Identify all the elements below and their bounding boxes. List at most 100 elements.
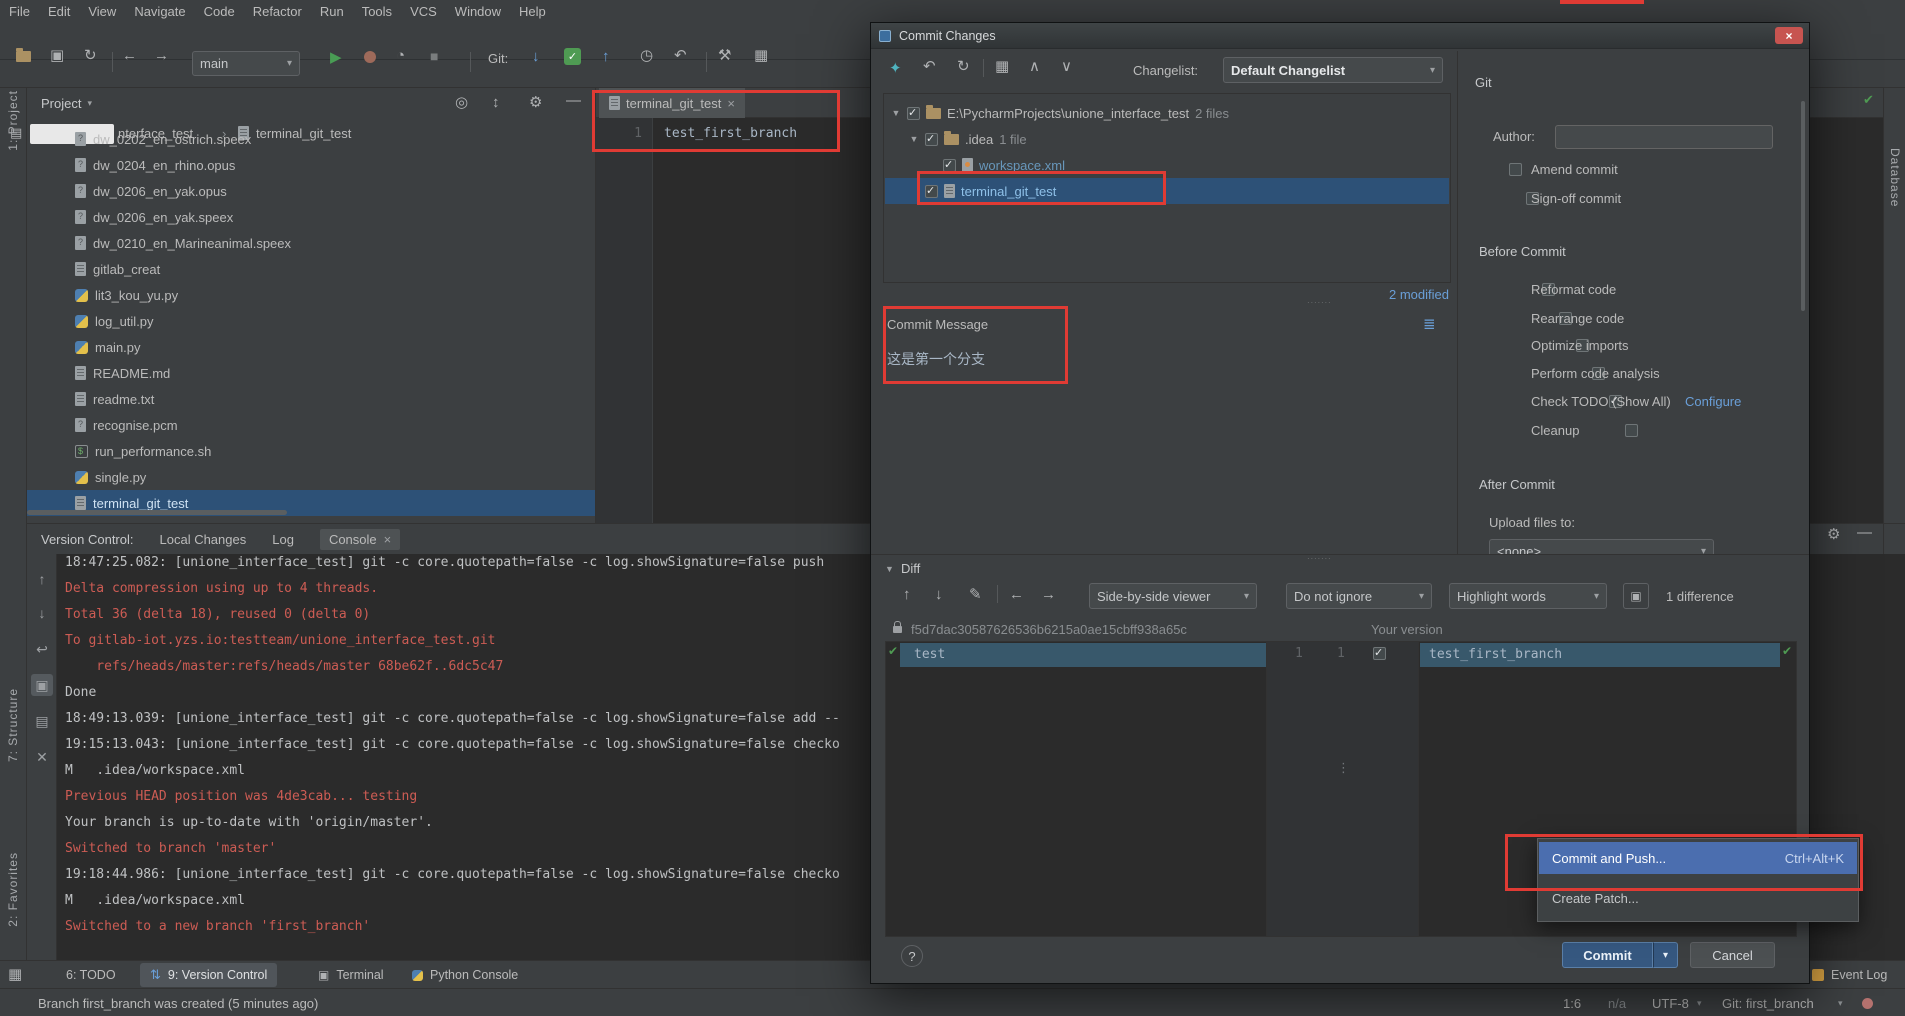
project-file-row[interactable]: dw_0206_en_yak.opus — [27, 178, 595, 204]
horizontal-scrollbar[interactable] — [27, 510, 287, 515]
configure-link[interactable]: Configure — [1685, 394, 1741, 409]
caret-position[interactable]: 1:6 — [1563, 996, 1581, 1011]
tool-button-structure[interactable]: 7: Structure — [6, 688, 20, 762]
cancel-button[interactable]: Cancel — [1690, 942, 1775, 968]
project-file-row[interactable]: lit3_kou_yu.py — [27, 282, 595, 308]
upload-target-select[interactable]: <none> ▾ — [1489, 539, 1714, 554]
project-file-row[interactable]: dw_0210_en_Marineanimal.speex — [27, 230, 595, 256]
commit-message-history-icon[interactable]: ≣ — [1423, 315, 1436, 333]
tree-row-root[interactable]: ▼ E:\PycharmProjects\unione_interface_te… — [885, 100, 1449, 126]
previous-difference-icon[interactable]: ↑ — [903, 587, 911, 602]
gear-icon[interactable]: ⚙ — [529, 95, 542, 110]
refresh-icon[interactable]: ↻ — [957, 59, 970, 74]
scroll-up-icon[interactable]: ↑ — [31, 568, 53, 590]
editor-tab[interactable]: terminal_git_test × — [599, 88, 745, 118]
hide-panel-icon[interactable]: — — [566, 93, 581, 108]
splitter-handle[interactable]: ∙∙∙∙∙∙∙ — [1307, 297, 1332, 307]
menu-window[interactable]: Window — [446, 4, 510, 19]
checkbox[interactable] — [925, 185, 938, 198]
tab-todo[interactable]: 6: TODO — [66, 968, 116, 982]
cleanup-checkbox[interactable] — [1625, 424, 1638, 437]
project-file-row[interactable]: run_performance.sh — [27, 438, 595, 464]
menu-view[interactable]: View — [79, 4, 125, 19]
tab-console-selected[interactable]: Console × — [320, 529, 400, 550]
tab-version-control-selected[interactable]: ⇅ 9: Version Control — [140, 963, 277, 987]
commit-message-input[interactable]: 这是第一个分支 — [887, 349, 1447, 539]
menu-edit[interactable]: Edit — [39, 4, 79, 19]
project-file-row[interactable]: README.md — [27, 360, 595, 386]
project-file-row[interactable]: main.py — [27, 334, 595, 360]
project-file-row[interactable]: readme.txt — [27, 386, 595, 412]
menu-refactor[interactable]: Refactor — [244, 4, 311, 19]
menu-item-commit-and-push[interactable]: Commit and Push... Ctrl+Alt+K — [1539, 842, 1857, 874]
vertical-scrollbar[interactable] — [1801, 101, 1805, 311]
commit-button[interactable]: Commit — [1562, 942, 1653, 968]
diff-viewer-select[interactable]: Side-by-side viewer▾ — [1089, 583, 1257, 609]
menu-tools[interactable]: Tools — [353, 4, 401, 19]
project-file-row[interactable]: gitlab_creat — [27, 256, 595, 282]
tool-window-switcher-icon[interactable]: ▦ — [8, 967, 22, 982]
menu-navigate[interactable]: Navigate — [125, 4, 194, 19]
tool-button-database[interactable]: Database — [1888, 148, 1902, 207]
edit-icon[interactable]: ✎ — [969, 587, 982, 602]
project-file-row[interactable]: dw_0204_en_rhino.opus — [27, 152, 595, 178]
tree-row-idea-folder[interactable]: ▼ .idea 1 file — [885, 126, 1449, 152]
project-file-row[interactable]: single.py — [27, 464, 595, 490]
print-icon[interactable]: ▤ — [31, 710, 53, 732]
project-file-row[interactable]: log_util.py — [27, 308, 595, 334]
expand-all-icon[interactable]: ∧ — [1029, 59, 1040, 74]
project-panel-title[interactable]: Project — [41, 96, 81, 111]
dialog-title-bar[interactable]: Commit Changes × — [871, 23, 1809, 49]
close-icon[interactable]: × — [727, 96, 735, 111]
checkbox[interactable] — [907, 107, 920, 120]
amend-commit-checkbox[interactable] — [1509, 163, 1522, 176]
group-by-icon[interactable]: ▦ — [995, 59, 1009, 74]
show-diff-icon[interactable]: ✦ — [889, 59, 902, 77]
rollback-icon[interactable]: ↶ — [923, 59, 936, 74]
menu-code[interactable]: Code — [195, 4, 244, 19]
chevron-expanded-icon[interactable]: ▼ — [909, 134, 919, 144]
menu-item-create-patch[interactable]: Create Patch... — [1539, 885, 1857, 911]
project-file-row[interactable]: dw_0206_en_yak.speex — [27, 204, 595, 230]
next-difference-icon[interactable]: ↓ — [935, 587, 943, 602]
checkbox[interactable] — [943, 159, 956, 172]
help-button[interactable]: ? — [901, 945, 923, 967]
changelist-select[interactable]: Default Changelist ▾ — [1223, 57, 1443, 83]
project-file-row[interactable]: dw_0202_en_ostrich.speex — [27, 126, 595, 152]
highlight-policy-select[interactable]: Highlight words▾ — [1449, 583, 1607, 609]
collapse-unchanged-icon[interactable]: ▣ — [1623, 583, 1649, 609]
commit-dropdown-button[interactable]: ▾ — [1653, 942, 1678, 968]
git-branch-widget[interactable]: Git: first_branch — [1722, 996, 1814, 1011]
tab-log[interactable]: Log — [272, 532, 294, 547]
checkbox[interactable] — [925, 133, 938, 146]
menu-help[interactable]: Help — [510, 4, 555, 19]
chevron-expanded-icon[interactable]: ▼ — [885, 564, 894, 574]
chevron-expanded-icon[interactable]: ▼ — [891, 108, 901, 118]
soft-wrap-icon[interactable]: ↩ — [31, 638, 53, 660]
whitespace-policy-select[interactable]: Do not ignore▾ — [1286, 583, 1432, 609]
locate-icon[interactable]: ◎ — [455, 95, 468, 110]
include-change-checkbox[interactable] — [1373, 647, 1386, 660]
encoding-select[interactable]: UTF-8 — [1652, 996, 1689, 1011]
close-icon[interactable]: × — [384, 532, 392, 547]
collapse-all-icon[interactable]: ∨ — [1061, 59, 1072, 74]
project-file-row[interactable]: recognise.pcm — [27, 412, 595, 438]
tab-python-console[interactable]: Python Console — [412, 968, 518, 982]
close-icon[interactable]: × — [1775, 27, 1803, 44]
tab-terminal[interactable]: ▣Terminal — [318, 968, 384, 982]
splitter-handle[interactable]: ∙∙∙∙∙∙∙ — [1307, 553, 1332, 563]
collapse-all-icon[interactable]: ↕ — [492, 95, 500, 110]
splitter-grip-icon[interactable]: ⋮ — [1337, 760, 1350, 776]
tool-button-project[interactable]: 1: Project — [6, 90, 20, 151]
compare-previous-file-icon[interactable]: ← — [1009, 587, 1024, 602]
menu-run[interactable]: Run — [311, 4, 353, 19]
compare-next-file-icon[interactable]: → — [1041, 587, 1056, 602]
tree-row-terminal-git-test[interactable]: terminal_git_test — [885, 178, 1449, 204]
tab-local-changes[interactable]: Local Changes — [160, 532, 247, 547]
scroll-to-end-icon[interactable]: ▣ — [31, 674, 53, 696]
notification-icon[interactable] — [1862, 998, 1873, 1009]
menu-vcs[interactable]: VCS — [401, 4, 446, 19]
author-field[interactable] — [1555, 125, 1773, 149]
menu-file[interactable]: File — [0, 4, 39, 19]
tree-row-workspace-xml[interactable]: workspace.xml — [885, 152, 1449, 178]
